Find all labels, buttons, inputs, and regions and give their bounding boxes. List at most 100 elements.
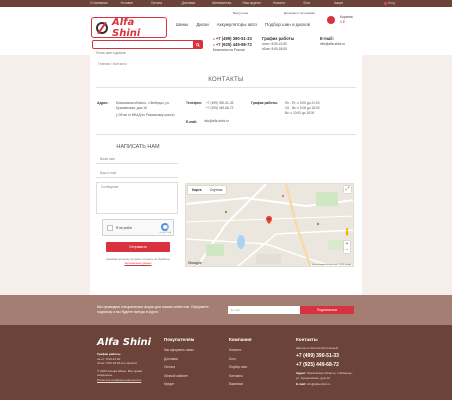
footer-logo[interactable]: Alfa Shini — [97, 337, 151, 348]
page-background-left — [0, 55, 90, 295]
address-value: Московская область, г.Люберцы, ул. Кузьм… — [116, 101, 178, 118]
footer: Alfa Shini График работы: пн-пт: 9:00-21… — [0, 325, 452, 400]
breadcrumb[interactable]: Главная / Контакты — [98, 62, 127, 66]
footer-link[interactable]: Контакты — [229, 372, 247, 381]
logo-text: Alfa Shini — [112, 16, 141, 39]
header-hours-line: сб-вс: 9:00-18:00 — [262, 47, 287, 51]
submit-button[interactable]: Отправить — [106, 242, 170, 252]
footer-link[interactable]: Оплата — [164, 363, 194, 372]
map-tab-satellite[interactable]: Спутник — [206, 186, 227, 194]
address-text: Московская область, г.Люберцы, ул. Кузьм… — [116, 101, 170, 110]
footer-address: Адрес: Московская область, г.Люберцы, ул… — [296, 371, 356, 387]
main-nav-item-selector[interactable]: Подбор шин и дисков — [265, 22, 310, 27]
cart-label[interactable]: Корзина — [340, 15, 353, 19]
footer-link[interactable]: Личный кабинет — [164, 372, 194, 381]
main-nav: Шины Диски Аккумуляторы авто Подбор шин … — [176, 22, 310, 27]
footer-copyright: © 2023 Альфа Шины. Все права защищены. — [97, 368, 142, 378]
top-nav-item[interactable]: Новости — [273, 1, 304, 6]
map-tiles — [186, 184, 353, 266]
zoom-control: + − — [344, 241, 350, 253]
page-background-right — [362, 55, 452, 295]
footer-policy-link[interactable]: Политика конфиденциальности — [97, 378, 157, 383]
fullscreen-icon[interactable]: ⤢ — [344, 186, 351, 193]
recaptcha-label: Я не робот — [116, 226, 133, 230]
subscribe-email-input[interactable]: E-mail — [228, 306, 300, 314]
footer-col-company-title: Компания — [229, 337, 252, 342]
search-button[interactable] — [193, 41, 202, 48]
footer-link[interactable]: Вакансии — [229, 380, 247, 389]
recaptcha-checkbox[interactable] — [107, 225, 113, 231]
hours-value: Вс: с 10:00 до 18:00 — [285, 111, 315, 115]
subscribe-text: Мы проводим специальные акции для наших … — [97, 305, 209, 314]
header-email-value[interactable]: info@alfa-shini.ru — [320, 42, 345, 47]
footer-link[interactable]: Кредит — [164, 380, 194, 389]
address-note: (≈35 км от МКАД по Рязанскому шоссе) — [116, 113, 175, 117]
consent-text: Нажимая на кнопку, вы даёте согласие на … — [104, 258, 172, 265]
footer-link[interactable]: Новости — [229, 346, 247, 355]
top-nav-item[interactable]: Шиномонтаж — [212, 1, 243, 6]
header-hours: График работы пн-пт: 9:00-21:00 сб-вс: 9… — [262, 36, 294, 52]
search-icon — [195, 42, 200, 47]
site-logo[interactable]: Alfa Shini — [91, 16, 167, 39]
top-nav: О компании Условия Оплата Доставка Шином… — [90, 1, 365, 6]
footer-email-label: E-mail: — [296, 382, 307, 386]
footer-phones: +7 (499) 390-51-33 +7 (925) 449-68-72 — [296, 352, 339, 369]
subscribe-button[interactable]: Подписаться — [300, 306, 354, 314]
footer-link[interactable]: Подбор шин — [229, 363, 247, 372]
divider — [96, 87, 356, 88]
recaptcha-brand: reCAPTCHA — [159, 232, 171, 234]
top-nav-item[interactable]: Наш журнал — [243, 1, 274, 6]
message-textarea[interactable]: Сообщение — [96, 182, 178, 214]
footer-link[interactable]: Как оформить заказ — [164, 346, 194, 355]
header-email-title: E-mail: — [320, 36, 334, 41]
recaptcha-widget: Я не робот reCAPTCHA — [102, 219, 174, 236]
map-tab-map[interactable]: Карта — [188, 186, 206, 194]
search-bar — [92, 40, 203, 57]
phone-label: Телефон: — [186, 101, 202, 105]
header-phone-2[interactable]: +7 (925) 449-68-72 — [216, 42, 252, 47]
phone-values: +7 (499) 390-51-33 +7 (925) 449-68-72 — [206, 101, 233, 111]
header-phone-1[interactable]: +7 (499) 390-51-33 — [216, 36, 252, 41]
email-label: E-mail: — [186, 120, 198, 124]
main-nav-item-wheels[interactable]: Диски — [196, 22, 208, 27]
top-nav-item[interactable]: Условия — [121, 1, 152, 6]
hours-values: Пн - Пт: с 9:00 до 21:00 Сб - Вс: с 9:00… — [285, 101, 320, 116]
footer-address-label: Адрес: — [296, 371, 307, 375]
top-nav-item[interactable]: О компании — [90, 1, 121, 6]
header-phones: ● +7 (499) 390-51-33 ● +7 (925) 449-68-7… — [213, 36, 252, 52]
map-embed[interactable]: Карта Спутник ⤢ + − Google Картографичес… — [185, 183, 354, 267]
email-field[interactable]: Ваш e-mail — [96, 171, 178, 178]
footer-link[interactable]: Доставка — [164, 355, 194, 364]
footer-contacts-note: Звонок по России бесплатный — [296, 346, 339, 350]
footer-email-value[interactable]: info@alfa-shini.ru — [307, 382, 330, 386]
b2b-link[interactable]: Дилерам и оптовикам — [284, 11, 315, 15]
address-label: Адрес: — [97, 101, 109, 105]
google-logo: Google — [188, 260, 202, 265]
login-link[interactable]: Вход — [384, 1, 395, 5]
cart-icon[interactable] — [327, 16, 335, 24]
top-nav-item[interactable]: Доставка — [182, 1, 213, 6]
top-nav-item[interactable]: Акции — [334, 1, 365, 6]
top-nav-item[interactable]: Оплата — [151, 1, 182, 6]
header-hours-title: График работы — [262, 36, 295, 41]
footer-col-customers: Как оформить заказ Доставка Оплата Личны… — [164, 346, 194, 389]
footer-phone[interactable]: +7 (499) 390-51-33 — [296, 353, 339, 359]
subscribe-band: Мы проводим специальные акции для наших … — [0, 295, 452, 325]
top-nav-item[interactable]: Блог — [304, 1, 335, 6]
consent-link[interactable]: персональных данных — [124, 262, 151, 265]
main-nav-item-tires[interactable]: Шины — [176, 22, 188, 27]
zoom-out-icon[interactable]: − — [344, 247, 350, 253]
pegman-icon[interactable] — [344, 228, 350, 236]
phone-value[interactable]: +7 (925) 449-68-72 — [206, 106, 233, 111]
email-value[interactable]: info@alfa-shini.ru — [204, 119, 229, 124]
footer-col-company: Новости Блог Подбор шин Контакты Ваканси… — [229, 346, 247, 389]
top-bar: О компании Условия Оплата Доставка Шином… — [0, 0, 452, 7]
name-field[interactable]: Ваше имя — [96, 157, 178, 164]
header-email: E-mail: info@alfa-shini.ru — [320, 36, 345, 47]
main-nav-item-batteries[interactable]: Аккумуляторы авто — [217, 22, 257, 27]
footer-link[interactable]: Блог — [229, 355, 247, 364]
footer-phone[interactable]: +7 (925) 449-68-72 — [296, 362, 339, 368]
location-pin-icon[interactable] — [266, 216, 272, 224]
sell-tires-link[interactable]: Выкуп шин — [233, 11, 248, 15]
page-title: КОНТАКТЫ — [208, 77, 244, 83]
